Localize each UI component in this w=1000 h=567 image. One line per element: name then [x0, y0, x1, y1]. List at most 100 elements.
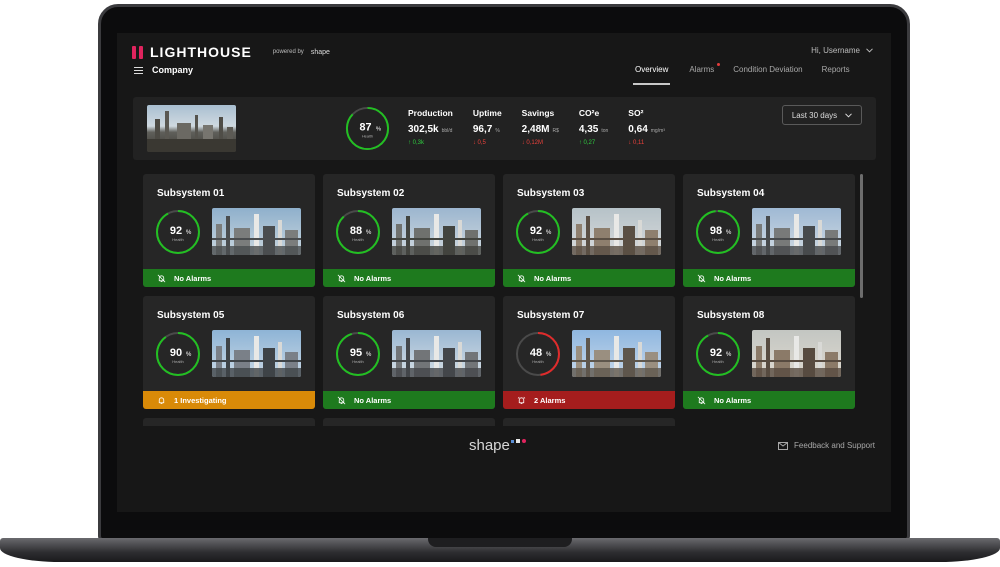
subsystem-health-gauge: 95 %Health — [336, 332, 380, 376]
subsystem-health-unit: % — [366, 230, 372, 236]
kpi-item: Production 302,5k bbl/d ↑ 0,3k — [408, 108, 453, 146]
subsystem-title: Subsystem 01 — [157, 188, 225, 199]
powered-by-label: powered by — [272, 49, 304, 55]
tab-reports[interactable]: Reports — [822, 65, 850, 85]
kpi-value: 96,7% — [473, 124, 502, 135]
subsystem-status-badge[interactable]: No Alarms — [683, 391, 855, 409]
subsystem-health-unit: % — [366, 352, 372, 358]
subsystem-status-badge[interactable]: 1 Investigating — [143, 391, 315, 409]
kpi-unit: R$ — [552, 128, 559, 134]
app-logo[interactable]: LIGHTHOUSE powered by shape — [132, 44, 330, 60]
subsystem-status-badge[interactable]: No Alarms — [323, 269, 495, 287]
powered-by-brand: shape — [310, 48, 330, 56]
tab-overview[interactable]: Overview — [633, 65, 671, 85]
kpi-item: Uptime 96,7% ↓ 0,5 — [473, 108, 502, 146]
chevron-down-icon — [866, 48, 873, 53]
subsystem-card-partial[interactable] — [503, 418, 675, 426]
subsystem-card[interactable]: Subsystem 07 48% Health 2 Alarms — [503, 296, 675, 409]
arrow-up-icon: ↑ — [408, 140, 411, 146]
arrow-down-icon: ↓ — [521, 140, 525, 146]
subsystem-title: Subsystem 06 — [337, 310, 405, 321]
bell-off-icon — [337, 274, 346, 282]
tab-condition-deviation[interactable]: Condition Deviation — [733, 65, 802, 85]
subsystem-status-text: 2 Alarms — [534, 395, 566, 405]
alarm-bell-icon — [517, 396, 526, 404]
subsystem-status-badge[interactable]: No Alarms — [143, 269, 315, 287]
kpi-delta-value: 0,27 — [583, 140, 596, 146]
subsystem-status-badge[interactable]: 2 Alarms — [503, 391, 675, 409]
subsystem-card[interactable]: Subsystem 02 88% Health No Alarms — [323, 174, 495, 287]
subsystem-card[interactable]: Subsystem 01 92% Health No Alarms — [143, 174, 315, 287]
subsystem-health-gauge: 48 %Health — [516, 332, 560, 376]
subsystem-title: Subsystem 05 — [157, 310, 225, 321]
arrow-down-icon: ↓ — [472, 140, 476, 146]
subsystem-health-unit: % — [726, 230, 732, 236]
subsystem-card[interactable]: Subsystem 03 92% Health No Alarms — [503, 174, 675, 287]
tab-label: Reports — [821, 65, 850, 74]
kpi-delta: ↑ 0,3k — [408, 140, 453, 146]
subsystem-status-badge[interactable]: No Alarms — [503, 269, 675, 287]
subsystem-status-text: No Alarms — [354, 273, 392, 283]
subsystem-card-partial[interactable] — [323, 418, 495, 426]
overall-health-label: Health — [362, 133, 373, 138]
subsystem-card[interactable]: Subsystem 06 95% Health No Alarms — [323, 296, 495, 409]
subsystem-status-text: No Alarms — [174, 273, 212, 283]
kpi-value: 2,48M R$ — [522, 124, 559, 135]
subsystem-status-badge[interactable]: No Alarms — [323, 391, 495, 409]
subsystem-health-value: 95 — [350, 347, 362, 359]
hamburger-menu-icon[interactable] — [134, 66, 143, 74]
subsystem-health-label: Health — [172, 359, 184, 364]
subsystem-health-unit: % — [546, 230, 552, 236]
kpi-unit: mg/m³ — [650, 128, 665, 134]
footer-brand: shape — [469, 437, 526, 454]
feedback-support-link[interactable]: Feedback and Support — [778, 441, 875, 450]
bell-off-icon — [337, 396, 346, 404]
subsystem-health-value: 90 — [170, 347, 182, 359]
subsystem-image — [212, 330, 301, 377]
kpi-value-text: 2,48M — [521, 124, 550, 135]
footer-brand-text: shape — [469, 437, 510, 454]
kpi-value: 4,35 ton — [579, 124, 608, 135]
subsystem-card[interactable]: Subsystem 04 98% Health No Alarms — [683, 174, 855, 287]
company-name[interactable]: Company — [152, 65, 193, 75]
subsystem-image — [572, 208, 661, 255]
kpi-delta: ↓ 0,12M — [522, 140, 559, 146]
kpi-value-text: 4,35 — [578, 124, 599, 135]
app-screen: LIGHTHOUSE powered by shape Hi, Username… — [117, 33, 891, 512]
subsystem-health-gauge: 92 %Health — [696, 332, 740, 376]
tab-alarms[interactable]: Alarms — [689, 63, 721, 85]
subsystem-health-value: 48 — [530, 347, 542, 359]
arrow-down-icon: ↓ — [628, 140, 632, 146]
date-range-value: Last 30 days — [791, 110, 838, 120]
kpi-label: Savings — [521, 108, 555, 118]
subsystem-health-value: 88 — [350, 225, 362, 237]
grid-scrollbar[interactable] — [860, 174, 863, 298]
subsystem-title: Subsystem 04 — [697, 188, 765, 199]
overall-health-gauge: 87 % Health — [345, 106, 390, 151]
brand-dots-icon — [510, 439, 526, 443]
subsystem-image — [392, 330, 481, 377]
kpi-value-text: 0,64 — [628, 124, 648, 135]
subsystem-card[interactable]: Subsystem 08 92% Health No Alarms — [683, 296, 855, 409]
kpi-label: SO² — [628, 108, 644, 118]
kpi-item: Savings 2,48M R$ ↓ 0,12M — [522, 108, 559, 146]
kpi-delta-value: 0,12M — [526, 140, 544, 146]
subsystem-card[interactable]: Subsystem 05 90% Health 1 Investigating — [143, 296, 315, 409]
bell-off-icon — [157, 274, 166, 282]
tab-label: Overview — [635, 65, 669, 74]
plant-image — [147, 105, 236, 152]
kpi-delta: ↓ 0,11 — [628, 140, 665, 146]
subsystem-health-value: 92 — [530, 225, 542, 237]
date-range-select[interactable]: Last 30 days — [782, 105, 862, 125]
user-menu[interactable]: Hi, Username — [811, 46, 873, 55]
feedback-label: Feedback and Support — [794, 441, 875, 450]
subsystem-status-text: No Alarms — [534, 273, 572, 283]
subsystem-health-value: 92 — [170, 225, 182, 237]
subsystem-health-value: 98 — [710, 225, 722, 237]
bell-off-icon — [697, 396, 706, 404]
subsystem-card-partial[interactable] — [143, 418, 315, 426]
kpi-delta-value: 0,5 — [477, 140, 486, 146]
subsystem-health-value: 92 — [710, 347, 722, 359]
subsystem-status-text: No Alarms — [354, 395, 392, 405]
subsystem-status-badge[interactable]: No Alarms — [683, 269, 855, 287]
